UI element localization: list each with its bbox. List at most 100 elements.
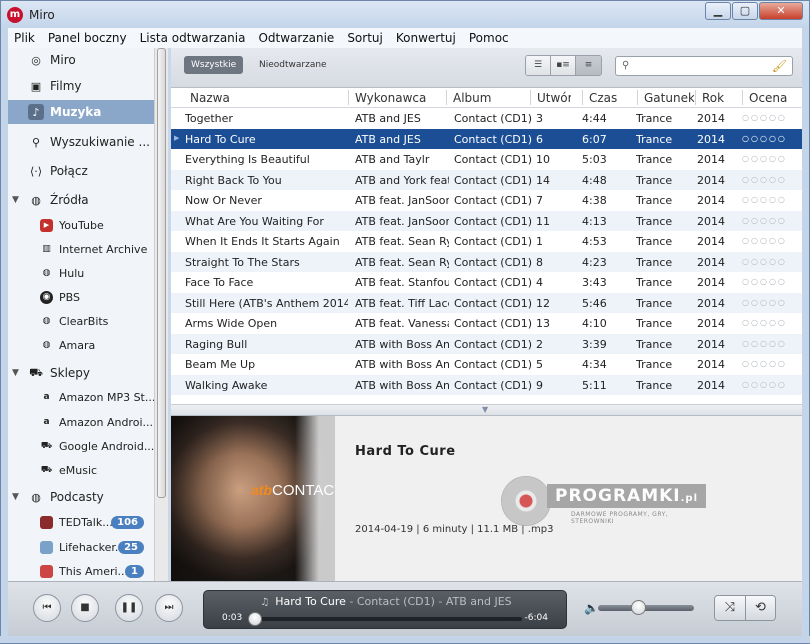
rating-stars[interactable]: ○○○○○ [742,134,797,143]
filter-all-button[interactable]: Wszystkie [184,56,244,74]
table-row[interactable]: Straight To The Stars ATB feat. Sean Ryan… [171,251,802,272]
table-row[interactable]: Right Back To You ATB and York feat. J Con… [171,169,802,190]
minimize-button[interactable]: ▁ [705,2,731,20]
sidebar-item[interactable]: ◍ ClearBits [8,309,154,333]
column-header-cell[interactable]: Rok [702,91,742,105]
column-header-cell[interactable]: Wykonawca [355,91,450,105]
menu-item[interactable]: Lista odtwarzania [140,31,246,45]
table-cell: 2014 [697,132,725,146]
sidebar-item[interactable]: ⟨·⟩ Połącz [8,159,154,183]
table-row[interactable]: ▶ Hard To Cure ATB and JES Contact (CD1) 6 6:… [171,128,802,149]
column-header-cell[interactable]: Utwór [537,91,571,105]
rating-stars[interactable]: ○○○○○ [742,195,797,204]
sidebar-item[interactable]: This Ameri... 1 [8,559,154,581]
sidebar-section-podcasts[interactable]: ◍ Podcasty ▼ [8,485,154,509]
progress-thumb[interactable] [247,612,262,626]
sidebar-scroll-thumb[interactable] [157,48,166,498]
rating-stars[interactable]: ○○○○○ [742,236,797,245]
menu-item[interactable]: Plik [14,31,35,45]
table-row[interactable]: Face To Face ATB feat. Stanfour Contact (C… [171,272,802,293]
column-header-cell[interactable]: Gatunek [644,91,694,105]
table-row[interactable]: Everything Is Beautiful ATB and Taylr Cont… [171,149,802,170]
column-header-cell[interactable]: Nazwa [190,91,350,105]
previous-track-button[interactable]: ⏮ [33,594,61,622]
progress-slider[interactable] [247,612,522,626]
menu-item[interactable]: Pomoc [469,31,509,45]
album-view-icon[interactable]: ▪≡ [551,56,576,75]
rating-stars[interactable]: ○○○○○ [742,298,797,307]
rating-stars[interactable]: ○○○○○ [742,318,797,327]
rating-stars[interactable]: ○○○○○ [742,175,797,184]
volume-thumb[interactable] [631,600,647,615]
maximize-button[interactable]: ▢ [732,2,758,20]
music-note-icon: ♫ [260,597,270,608]
sidebar-item[interactable]: Lifehacker... 25 [8,535,154,559]
search-input[interactable] [636,59,766,73]
shuffle-button[interactable]: ⤨ [715,596,745,620]
menu-item[interactable]: Panel boczny [48,31,127,45]
volume-icon[interactable]: 🔈 [584,601,599,615]
menu-item[interactable]: Sortuj [347,31,383,45]
table-row[interactable]: Walking Awake ATB with Boss And Contact (C… [171,374,802,395]
table-cell: Everything Is Beautiful [185,153,310,166]
sidebar-item[interactable]: a Amazon MP3 St... [8,385,154,409]
table-row[interactable]: Raging Bull ATB with Boss And Contact (CD1… [171,333,802,354]
table-cell: Contact (CD1) [454,194,532,207]
sidebar-item[interactable]: ◉ PBS [8,285,154,309]
sidebar-item[interactable]: ◍ Hulu [8,261,154,285]
rating-stars[interactable]: ○○○○○ [742,359,797,368]
standard-view-icon[interactable]: ≡ [576,56,601,75]
menu-item[interactable]: Odtwarzanie [258,31,334,45]
table-row[interactable]: Beam Me Up ATB with Boss And Contact (CD1)… [171,354,802,375]
sidebar-item[interactable]: ⛟ Google Android... [8,434,154,458]
column-header-cell[interactable]: Ocena [749,91,799,105]
rating-stars[interactable]: ○○○○○ [742,339,797,348]
sidebar-item[interactable]: a Amazon Androi... [8,410,154,434]
close-button[interactable]: ✕ [759,2,803,20]
next-track-button[interactable]: ⏭ [155,594,183,622]
table-row[interactable]: Arms Wide Open ATB feat. Vanessa Contact (… [171,313,802,334]
details-splitter[interactable]: ▼ [171,404,802,416]
filter-unwatched-button[interactable]: Nieodtwarzane [259,60,327,70]
sidebar-item[interactable]: ▥ Internet Archive [8,237,154,261]
stop-button[interactable]: ■ [71,594,99,622]
hulu-icon: ◍ [42,268,51,278]
sidebar-item[interactable]: ⚲ Wyszukiwanie ... [8,130,154,154]
collapse-triangle-icon[interactable]: ▼ [12,195,19,205]
volume-slider[interactable] [598,600,694,615]
clear-search-icon[interactable]: 🖌 [772,59,787,73]
collapse-details-icon[interactable]: ▼ [482,405,488,414]
column-header-cell[interactable]: Album [453,91,533,105]
sidebar-item[interactable]: ◍ Amara [8,333,154,357]
table-cell: Trance [636,317,673,330]
sidebar-item[interactable]: ▶ YouTube [8,213,154,237]
menu-item[interactable]: Konwertuj [396,31,456,45]
table-row[interactable]: Still Here (ATB's Anthem 2014 V... ATB fe… [171,292,802,313]
table-row[interactable]: When It Ends It Starts Again ATB feat. Se… [171,231,802,252]
rating-stars[interactable]: ○○○○○ [742,277,797,286]
sidebar-item[interactable]: ⛟ eMusic [8,458,154,482]
table-cell: Trance [636,132,673,146]
rating-stars[interactable]: ○○○○○ [742,154,797,163]
table-row[interactable]: What Are You Waiting For ATB feat. JanSoo… [171,210,802,231]
sidebar-section-sources[interactable]: ◍ Źródła ▼ [8,188,154,212]
pause-button[interactable]: ❚❚ [115,594,143,622]
rating-stars[interactable]: ○○○○○ [742,216,797,225]
list-view-icon[interactable]: ☰ [526,56,551,75]
repeat-button[interactable]: ⟲ [745,596,775,620]
rating-stars[interactable]: ○○○○○ [742,380,797,389]
sidebar-section-stores[interactable]: ⛟ Sklepy ▼ [8,361,154,385]
column-header-cell[interactable]: Czas [589,91,634,105]
sidebar-item[interactable]: ▣ Filmy [8,74,154,98]
collapse-triangle-icon[interactable]: ▼ [12,492,19,502]
table-row[interactable]: Together ATB and JES Contact (CD1) 3 4:44 Tra… [171,108,802,129]
rating-stars[interactable]: ○○○○○ [742,257,797,266]
sidebar-scrollbar[interactable]: ▲ [154,48,168,581]
now-playing-text: ♫ Hard To Cure - Contact (CD1) - ATB and … [260,595,512,608]
sidebar-item[interactable]: TEDTalk... 106 [8,510,154,534]
rating-stars[interactable]: ○○○○○ [742,113,797,122]
sidebar-item[interactable]: ♪ Muzyka [8,100,154,124]
table-row[interactable]: Now Or Never ATB feat. JanSoon Contact (CD… [171,190,802,211]
sidebar-item[interactable]: ◎ Miro [8,48,154,72]
collapse-triangle-icon[interactable]: ▼ [12,368,19,378]
